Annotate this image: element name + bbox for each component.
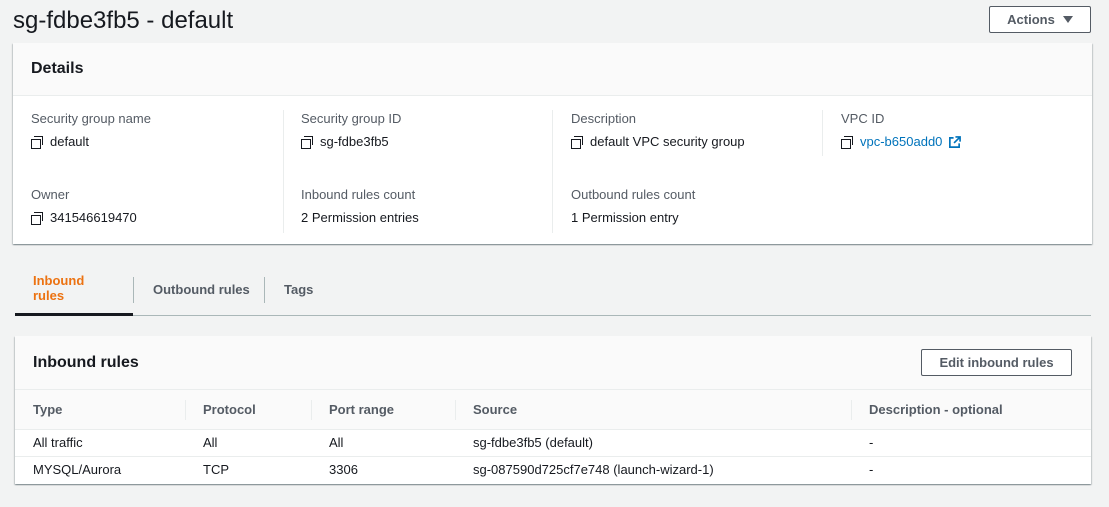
external-link-icon[interactable] (948, 135, 962, 149)
column-header-port-range[interactable]: Port range (311, 390, 455, 430)
inbound-rules-title: Inbound rules (33, 353, 139, 371)
table-row: MYSQL/Aurora TCP 3306 sg-087590d725cf7e7… (15, 456, 1091, 483)
field-label: Owner (31, 187, 70, 202)
field-value: default (50, 134, 90, 149)
copy-icon[interactable] (31, 211, 44, 225)
inbound-rules-table: Type Protocol Port range Source Descript… (15, 390, 1091, 483)
cell-source: sg-fdbe3fb5 (default) (455, 429, 851, 457)
cell-description: - (851, 429, 1091, 457)
cell-port-range: All (311, 429, 455, 457)
tab-tags[interactable]: Tags (266, 263, 331, 315)
security-group-page: sg-fdbe3fb5 - default Actions Details Se… (0, 0, 1109, 507)
table-header-row: Type Protocol Port range Source Descript… (15, 390, 1091, 430)
details-panel: Details Security group name default Secu… (13, 43, 1092, 244)
field-label: Description (571, 111, 637, 126)
field-value: 2 Permission entries (301, 210, 419, 225)
field-label: Inbound rules count (301, 187, 416, 202)
field-inbound-count: Inbound rules count 2 Permission entries (301, 186, 551, 227)
field-value: 341546619470 (50, 210, 137, 225)
tab-inbound-rules[interactable]: Inbound rules (15, 263, 133, 316)
field-label: Security group name (31, 111, 151, 126)
column-header-source[interactable]: Source (455, 390, 851, 430)
tab-divider (264, 277, 265, 303)
vpc-id-link[interactable]: vpc-b650add0 (860, 133, 942, 151)
column-divider (552, 110, 553, 233)
field-label: VPC ID (841, 111, 885, 126)
details-title: Details (31, 60, 84, 77)
caret-down-icon (1062, 16, 1073, 23)
tab-outbound-rules[interactable]: Outbound rules (135, 263, 268, 315)
tab-divider (133, 277, 134, 303)
column-header-protocol[interactable]: Protocol (185, 390, 311, 430)
inbound-rules-header: Inbound rules Edit inbound rules (15, 336, 1091, 390)
inbound-rules-panel: Inbound rules Edit inbound rules Type Pr… (15, 336, 1091, 484)
copy-icon[interactable] (31, 135, 44, 149)
page-header: sg-fdbe3fb5 - default Actions (13, 6, 1091, 36)
page-title: sg-fdbe3fb5 - default (13, 7, 234, 34)
copy-icon[interactable] (571, 135, 584, 149)
copy-icon[interactable] (301, 135, 314, 149)
field-label: Outbound rules count (571, 187, 696, 202)
actions-dropdown-button[interactable]: Actions (989, 6, 1091, 33)
details-grid: Security group name default Security gro… (13, 96, 1092, 244)
cell-description: - (869, 462, 874, 478)
field-value: default VPC security group (590, 134, 745, 149)
field-description: Description default VPC security group (571, 110, 821, 151)
field-outbound-count: Outbound rules count 1 Permission entry (571, 186, 821, 227)
cell-type: All traffic (15, 429, 185, 457)
field-vpc-id: VPC ID vpc-b650add0 (841, 110, 1091, 151)
actions-label: Actions (1007, 12, 1055, 27)
field-security-group-id: Security group ID sg-fdbe3fb5 (301, 110, 551, 151)
cell-protocol: TCP (203, 462, 229, 478)
column-divider (822, 110, 823, 156)
cell-source: sg-087590d725cf7e748 (launch-wizard-1) (473, 462, 714, 478)
column-header-description[interactable]: Description - optional (851, 390, 1091, 430)
field-owner: Owner 341546619470 (31, 186, 281, 227)
tab-bar: Inbound rules Outbound rules Tags (15, 263, 1091, 316)
edit-inbound-rules-button[interactable]: Edit inbound rules (921, 349, 1072, 376)
column-header-type[interactable]: Type (15, 390, 185, 430)
details-header: Details (13, 43, 1092, 96)
field-label: Security group ID (301, 111, 402, 126)
cell-protocol: All (185, 429, 311, 457)
cell-port-range: 3306 (329, 462, 358, 478)
table-row: All traffic All All sg-fdbe3fb5 (default… (15, 429, 1091, 457)
field-value: sg-fdbe3fb5 (320, 134, 389, 149)
column-divider (283, 110, 284, 233)
field-value: 1 Permission entry (571, 210, 679, 225)
cell-type: MYSQL/Aurora (33, 462, 122, 478)
field-security-group-name: Security group name default (31, 110, 281, 151)
copy-icon[interactable] (841, 135, 854, 149)
